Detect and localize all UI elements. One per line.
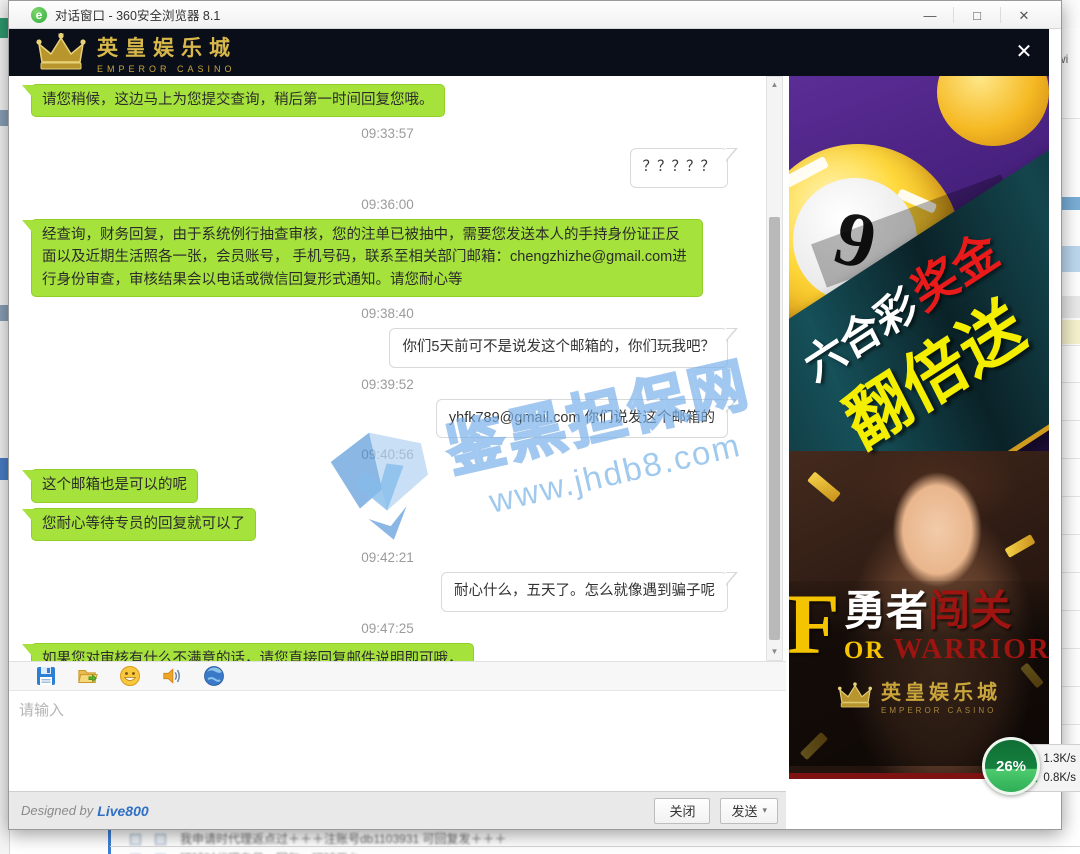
crown-icon <box>35 33 87 73</box>
message-input[interactable]: 请输入 <box>9 693 786 789</box>
chat-message-row: 如果您对审核有什么不满意的话，请您直接回复邮件说明即可哦， <box>31 643 744 661</box>
chat-message-row: 请您稍候，这边马上为您提交查询，稍后第一时间回复您哦。 <box>31 84 744 117</box>
chat-timestamp: 09:39:52 <box>9 377 766 392</box>
composer-toolbar <box>9 661 786 691</box>
speed-percent-badge[interactable]: 26% <box>982 737 1040 795</box>
agent-message-bubble: 请您稍候，这边马上为您提交查询，稍后第一时间回复您哦。 <box>31 84 445 117</box>
agent-message-bubble: 如果您对审核有什么不满意的话，请您直接回复邮件说明即可哦， <box>31 643 474 661</box>
designed-by-label: Designed by <box>21 803 93 818</box>
upload-speed: 1.3K/s <box>1043 753 1076 765</box>
chat-dialog-window: e 对话窗口 - 360安全浏览器 8.1 — □ ✕ 英皇娱乐城 EMPERO… <box>8 0 1062 830</box>
maximize-button[interactable]: □ <box>954 2 1000 29</box>
send-button[interactable]: 发送▾ <box>720 798 778 824</box>
window-title: 对话窗口 - 360安全浏览器 8.1 <box>55 5 220 24</box>
warrior-cn-red: 闯关 <box>928 587 1012 634</box>
promo-banner[interactable]: 9 8 六合彩奖金 翻倍送 <box>789 76 1049 779</box>
user-message-bubble: 耐心什么，五天了。怎么就像遇到骗子呢 <box>441 572 728 611</box>
chat-message-row: ？？？？？ <box>31 148 728 187</box>
live800-brand: Live800 <box>97 803 148 819</box>
scroll-down-icon[interactable]: ▼ <box>767 644 782 660</box>
user-message-bubble: 你们5天前可不是说发这个邮箱的，你们玩我吧？ <box>389 328 728 367</box>
scrollbar-thumb[interactable] <box>769 217 780 640</box>
casino-brand-cn: 英皇娱乐城 <box>97 32 237 62</box>
warrior-cn-white: 勇者 <box>844 587 928 634</box>
close-window-button[interactable]: ✕ <box>1001 2 1047 29</box>
chat-timestamp: 09:47:25 <box>9 621 766 636</box>
dialog-footer: Designed by Live800 关闭 发送▾ <box>9 791 786 829</box>
chat-timestamp: 09:38:40 <box>9 306 766 321</box>
agent-message-bubble: 这个邮箱也是可以的呢 <box>31 469 198 502</box>
banner-brand-en: EMPEROR CASINO <box>881 706 1001 715</box>
warrior-en-or: OR <box>844 637 886 664</box>
globe-icon[interactable] <box>203 665 225 687</box>
user-message-bubble: ？？？？？ <box>630 148 729 187</box>
screen: Vwi 我申请时代理返点过＋＋＋注账号db1103931 可回复发＋＋＋ 环球时… <box>0 0 1080 854</box>
warrior-f: F <box>789 589 840 660</box>
warrior-en-warrior: WARRIOR <box>893 633 1049 665</box>
minimize-button[interactable]: — <box>907 2 953 29</box>
speed-percent: 26% <box>996 758 1026 775</box>
close-chat-icon[interactable]: ✕ <box>1011 39 1037 65</box>
chat-message-row: 你们5天前可不是说发这个邮箱的，你们玩我吧？ <box>31 328 728 367</box>
download-speed: 0.8K/s <box>1043 772 1076 784</box>
casino-brand-en: EMPEROR CASINO <box>97 64 237 74</box>
open-file-icon[interactable] <box>77 665 99 687</box>
360-browser-icon: e <box>31 7 47 23</box>
close-chat-button[interactable]: 关闭 <box>654 798 710 824</box>
user-message-bubble: yhfk789@gmail.com 你们说发这个邮箱的 <box>436 399 728 438</box>
sound-icon[interactable] <box>161 665 183 687</box>
send-dropdown-icon[interactable]: ▾ <box>762 805 767 816</box>
chat-scrollbar[interactable]: ▲ ▼ <box>766 76 783 661</box>
chat-timestamp: 09:42:21 <box>9 550 766 565</box>
chat-message-row: 耐心什么，五天了。怎么就像遇到骗子呢 <box>31 572 728 611</box>
chat-timestamp: 09:40:56 <box>9 447 766 462</box>
casino-header: 英皇娱乐城 EMPEROR CASINO ✕ <box>9 29 1049 76</box>
banner-brand-cn: 英皇娱乐城 <box>881 676 1001 705</box>
crown-icon <box>837 682 873 710</box>
scroll-up-icon[interactable]: ▲ <box>767 77 782 93</box>
agent-message-bubble: 您耐心等待专员的回复就可以了 <box>31 508 256 541</box>
chat-message-row: 您耐心等待专员的回复就可以了 <box>31 508 744 541</box>
chat-timestamp: 09:33:57 <box>9 126 766 141</box>
save-icon[interactable] <box>35 665 57 687</box>
emoticon-icon[interactable] <box>119 665 141 687</box>
chat-timestamp: 09:36:00 <box>9 197 766 212</box>
chat-message-row: 这个邮箱也是可以的呢 <box>31 469 744 502</box>
chat-message-row: 经查询，财务回复，由于系统例行抽查审核，您的注单已被抽中，需要您发送本人的手持身… <box>31 219 744 297</box>
agent-message-bubble: 经查询，财务回复，由于系统例行抽查审核，您的注单已被抽中，需要您发送本人的手持身… <box>31 219 703 297</box>
titlebar[interactable]: e 对话窗口 - 360安全浏览器 8.1 — □ ✕ <box>9 1 1061 29</box>
chat-message-list[interactable]: 请您稍候，这边马上为您提交查询，稍后第一时间回复您哦。 09:33:57 ？？？？？… <box>9 76 766 661</box>
chat-message-row: yhfk789@gmail.com 你们说发这个邮箱的 <box>31 399 728 438</box>
gold-ball <box>937 76 1049 146</box>
background-table: 我申请时代理返点过＋＋＋注账号db1103931 可回复发＋＋＋ 环球时代理专员… <box>10 828 1080 854</box>
